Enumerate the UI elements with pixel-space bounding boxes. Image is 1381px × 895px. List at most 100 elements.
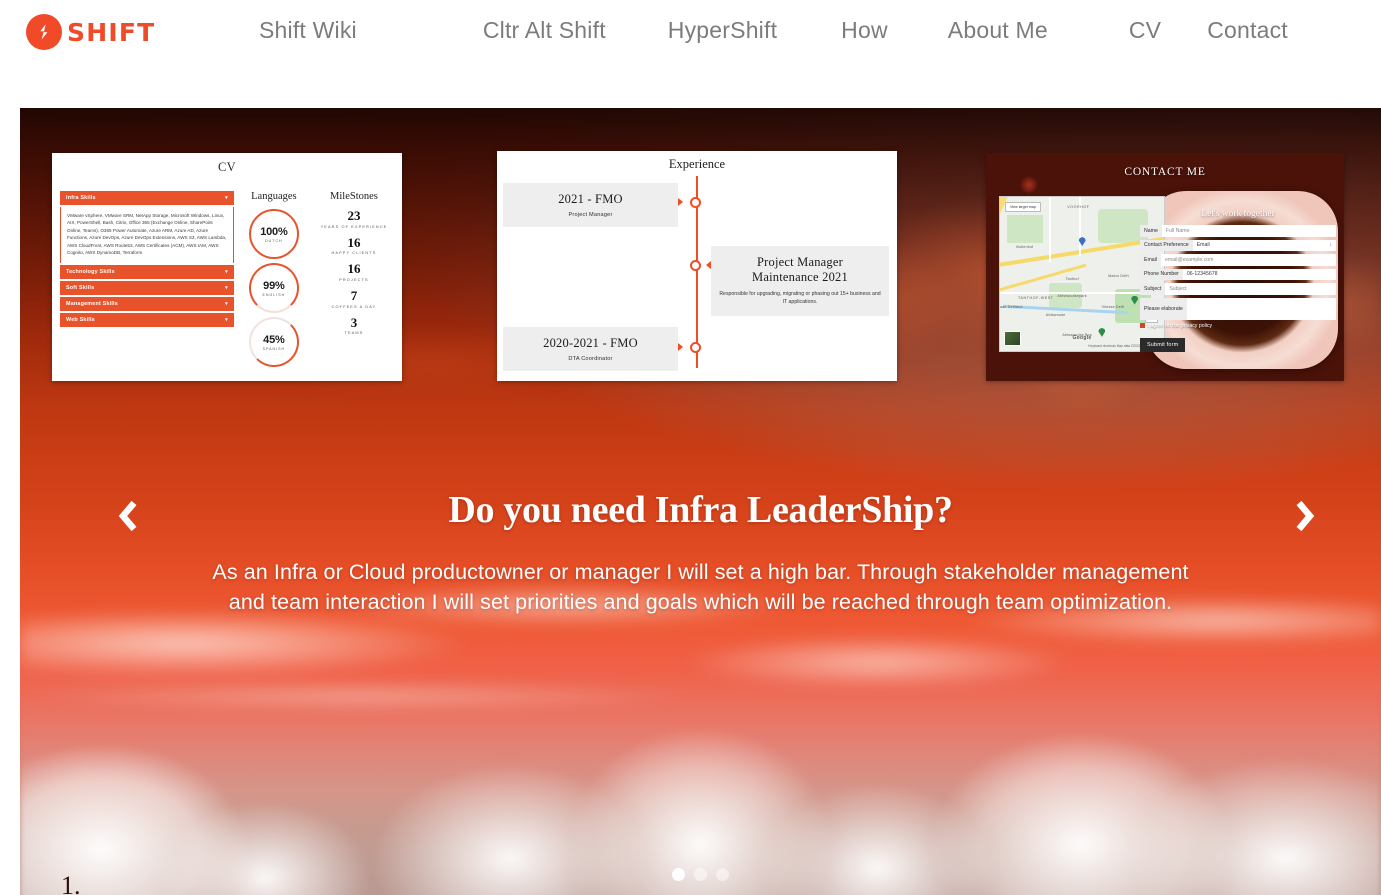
cv-milestones-column: MileStones 23 YEARS OF EXPERIENCE 16 HAP… (314, 191, 394, 371)
field-subject[interactable]: Subject Subject (1140, 283, 1336, 295)
experience-entry-2020-2021: 2020-2021 - FMO DTA Coordinator (503, 327, 678, 371)
map-label: Buitenhof (1016, 244, 1034, 249)
field-elaborate-value (1187, 298, 1336, 320)
milestone-value: 16 (347, 261, 361, 277)
hero-paragraph: As an Infra or Cloud productowner or man… (212, 560, 1189, 615)
timeline-node (690, 260, 701, 271)
nav-item-shift-wiki[interactable]: Shift Wiki (259, 17, 357, 44)
preview-cards-row: CV Infra Skills ▾ VMware vSphere, VMware… (20, 108, 1381, 408)
language-ring-english: 99% ENGLISH (248, 263, 299, 313)
map-label: Vitesse Delft (1101, 304, 1125, 309)
skill-group-technology-label: Technology Skills (66, 268, 115, 275)
languages-heading: Languages (251, 191, 297, 202)
map-label: Abtswoude (1045, 312, 1066, 317)
milestone-value: 23 (347, 208, 361, 223)
timeline-arrow-icon (678, 343, 683, 351)
field-contact-preference-value: Email (1196, 242, 1210, 249)
select-arrows-icon: ↕ (1329, 242, 1333, 249)
chevron-down-icon: ▾ (225, 316, 228, 323)
carousel-prev-button[interactable] (105, 493, 151, 539)
milestone-value: 7 (350, 287, 358, 303)
logo-text: SHIFT (67, 17, 156, 47)
skill-group-infra-label: Infra Skills (66, 195, 96, 201)
experience-preview-card[interactable]: Experience 2021 - FMO Project Manager Pr… (497, 151, 897, 381)
field-email-value: email@example.com (1164, 256, 1214, 263)
map-label: VOORHOF (1067, 204, 1090, 209)
field-subject-value: Subject (1169, 285, 1187, 292)
nav-menu: Shift Wiki Cltr Alt Shift HyperShift How… (240, 17, 1360, 44)
milestone-value: 3 (350, 314, 358, 330)
milestones-heading: MileStones (330, 191, 378, 202)
language-name: SPANISH (262, 346, 286, 351)
language-percent: 99% (263, 279, 285, 292)
experience-title-line2: Maintenance 2021 (752, 270, 848, 284)
nav-item-about-me[interactable]: About Me (948, 17, 1048, 44)
carousel-dot-3[interactable] (716, 868, 729, 881)
experience-role: Project Manager (568, 212, 613, 218)
nav-item-contact[interactable]: Contact (1207, 17, 1288, 44)
cv-preview-card[interactable]: CV Infra Skills ▾ VMware vSphere, VMware… (52, 153, 402, 381)
skill-group-soft[interactable]: Soft Skills ▾ (60, 280, 234, 295)
milestone-label: YEARS OF EXPERIENCE (320, 223, 388, 229)
skill-group-web[interactable]: Web Skills ▾ (60, 312, 234, 327)
chevron-down-icon: ▾ (225, 195, 228, 201)
field-elaborate[interactable]: Please elaborate (1140, 297, 1336, 320)
field-name[interactable]: Name Full Name (1140, 225, 1336, 237)
cv-card-title: CV (218, 160, 236, 174)
language-ring-dutch: 100% DUTCH (248, 209, 299, 259)
field-email-label: Email (1140, 254, 1161, 266)
hero-carousel: CV Infra Skills ▾ VMware vSphere, VMware… (20, 108, 1381, 895)
nav-item-cv[interactable]: CV (1129, 17, 1161, 44)
google-logo: Google (1072, 335, 1092, 341)
field-email[interactable]: Email email@example.com (1140, 254, 1336, 266)
shift-bolt-logo-icon (26, 14, 62, 50)
skill-group-technology[interactable]: Technology Skills ▾ (60, 264, 234, 279)
field-phone-number[interactable]: Phone Number 06-12345678 (1140, 268, 1336, 280)
language-ring-spanish: 45% SPANISH (248, 317, 299, 367)
hero-heading: Do you need Infra LeaderShip? (448, 489, 953, 531)
site-logo[interactable]: SHIFT (26, 14, 155, 50)
cv-skills-accordion: Infra Skills ▾ VMware vSphere, VMware SR… (60, 191, 234, 371)
experience-description: Responsible for upgrading, migrating or … (719, 291, 881, 306)
map-pin-icon (1098, 327, 1106, 337)
nav-item-cltr-alt-shift[interactable]: Cltr Alt Shift (483, 17, 606, 44)
carousel-indicator-dots (20, 868, 1381, 881)
chevron-right-icon (1290, 499, 1320, 533)
experience-role: DTA Coordinator (568, 356, 613, 362)
carousel-dot-1[interactable] (672, 868, 685, 881)
nav-item-hypershift[interactable]: HyperShift (668, 17, 777, 44)
field-phone-number-value: 06-12345678 (1186, 271, 1218, 278)
skill-group-infra-body: VMware vSphere, VMware SRM, NetApp Stora… (60, 207, 234, 263)
chevron-left-icon (113, 499, 143, 533)
milestone-label: PROJECTS (339, 276, 369, 282)
hero-copy-block: Do you need Infra LeaderShip? As an Infr… (20, 488, 1381, 617)
field-contact-preference[interactable]: Contact Preference Email ↕ (1140, 239, 1336, 251)
checkbox-icon[interactable] (1140, 323, 1145, 328)
carousel-next-button[interactable] (1282, 493, 1328, 539)
experience-title-line1: Project Manager (757, 255, 843, 269)
skill-group-management-label: Management Skills (66, 300, 118, 307)
carousel-dot-2[interactable] (694, 868, 707, 881)
field-phone-number-label: Phone Number (1140, 268, 1183, 280)
timeline-node (690, 197, 701, 208)
skill-group-infra[interactable]: Infra Skills ▾ (60, 191, 234, 205)
experience-date: 2021 - FMO (558, 192, 623, 206)
milestone-label: COFFEES A DAY (331, 303, 377, 309)
experience-entry-maintenance: Project Manager Maintenance 2021 Respons… (711, 246, 889, 316)
map-satellite-toggle[interactable] (1004, 331, 1021, 346)
skill-group-soft-label: Soft Skills (66, 284, 95, 291)
submit-form-button[interactable]: Submit form (1140, 337, 1186, 352)
field-subject-label: Subject (1140, 283, 1166, 295)
top-navigation-bar: SHIFT Shift Wiki Cltr Alt Shift HyperShi… (0, 0, 1381, 108)
contact-preview-card[interactable]: CONTACT ME View larger map VOORHOF Buite… (986, 153, 1344, 381)
skill-group-management[interactable]: Management Skills ▾ (60, 296, 234, 311)
map-label: TANTHOF-WEST (1018, 295, 1054, 300)
contact-form-title: Let's work together (1201, 209, 1275, 219)
nav-item-how[interactable]: How (841, 17, 888, 44)
view-larger-map-button[interactable]: View larger map (1005, 202, 1041, 212)
field-name-label: Name (1140, 225, 1162, 237)
privacy-policy-checkbox-row[interactable]: I agree on the privacy policy (1140, 323, 1336, 329)
page-marker: 1. (61, 871, 81, 895)
map-label: Abtswoudsepark (1057, 294, 1087, 299)
field-name-value: Full Name (1165, 227, 1190, 234)
